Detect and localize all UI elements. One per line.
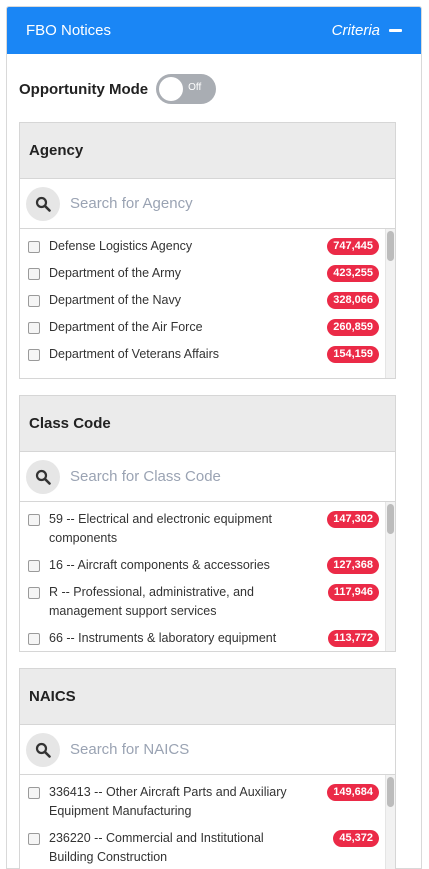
list-item[interactable]: Department of the Air Force 260,859 [20, 318, 395, 345]
checkbox[interactable] [28, 268, 40, 280]
count-badge: 147,302 [327, 511, 379, 528]
class-code-search-button[interactable] [26, 459, 60, 494]
class-code-search-input[interactable] [70, 468, 370, 485]
list-item[interactable]: 336413 -- Other Aircraft Parts and Auxil… [20, 783, 395, 829]
class-code-scrollbar[interactable] [385, 502, 395, 651]
agency-search-row [20, 179, 395, 229]
scroll-thumb[interactable] [387, 777, 394, 807]
list-item[interactable]: Department of Veterans Affairs 154,159 [20, 345, 395, 372]
list-item[interactable]: 66 -- Instruments & laboratory equipment… [20, 629, 395, 651]
item-label: Department of the Army [49, 266, 182, 280]
criteria-label: Criteria [331, 22, 380, 39]
checkbox[interactable] [28, 833, 40, 845]
count-badge: 260,859 [327, 319, 379, 336]
list-item[interactable]: R -- Professional, administrative, and m… [20, 583, 395, 629]
item-label: 66 -- Instruments & laboratory equipment [49, 631, 277, 645]
checkbox[interactable] [28, 514, 40, 526]
search-icon [35, 742, 51, 758]
checkbox[interactable] [28, 322, 40, 334]
count-badge: 747,445 [327, 238, 379, 255]
naics-filter-title: NAICS [20, 669, 395, 725]
panel-title: FBO Notices [26, 22, 112, 39]
agency-search-button[interactable] [26, 186, 60, 221]
class-code-filter: Class Code 59 -- Electrical and electron… [19, 395, 396, 652]
search-icon [35, 196, 51, 212]
count-badge: 154,159 [327, 346, 379, 363]
item-label: Department of Veterans Affairs [49, 347, 220, 361]
count-badge: 328,066 [327, 292, 379, 309]
agency-filter-title: Agency [20, 123, 395, 179]
checkbox[interactable] [28, 587, 40, 599]
list-item[interactable]: 236220 -- Commercial and Institutional B… [20, 829, 395, 869]
list-item[interactable]: Defense Logistics Agency 747,445 [20, 237, 395, 264]
panel-header: FBO Notices Criteria [7, 7, 421, 54]
class-code-list: 59 -- Electrical and electronic equipmen… [20, 502, 395, 651]
scroll-thumb[interactable] [387, 504, 394, 534]
naics-filter: NAICS 336413 -- Other Aircraft Parts and… [19, 668, 396, 869]
agency-scrollbar[interactable] [385, 229, 395, 378]
checkbox[interactable] [28, 787, 40, 799]
naics-search-input[interactable] [70, 741, 370, 758]
item-label: Department of the Navy [49, 293, 182, 307]
item-label: 59 -- Electrical and electronic equipmen… [49, 512, 273, 545]
scroll-thumb[interactable] [387, 231, 394, 261]
count-badge: 45,372 [333, 830, 379, 847]
agency-list: Defense Logistics Agency 747,445 Departm… [20, 229, 395, 378]
list-item[interactable]: Department of the Army 423,255 [20, 264, 395, 291]
naics-scrollbar[interactable] [385, 775, 395, 869]
count-badge: 117,946 [327, 584, 379, 601]
checkbox[interactable] [28, 295, 40, 307]
count-badge: 423,255 [327, 265, 379, 282]
count-badge: 149,684 [327, 784, 379, 801]
criteria-toggle[interactable]: Criteria [332, 22, 402, 39]
naics-search-row [20, 725, 395, 775]
toggle-knob [159, 77, 184, 101]
class-code-filter-title: Class Code [20, 396, 395, 452]
naics-search-button[interactable] [26, 732, 60, 767]
item-label: Department of the Air Force [49, 320, 203, 334]
list-item[interactable]: Department of the Navy 328,066 [20, 291, 395, 318]
agency-search-input[interactable] [70, 195, 370, 212]
item-label: 236220 -- Commercial and Institutional B… [49, 831, 264, 864]
list-item[interactable]: 59 -- Electrical and electronic equipmen… [20, 510, 395, 556]
agency-filter: Agency Defense Logistics Agency 747,445 … [19, 122, 396, 379]
naics-list: 336413 -- Other Aircraft Parts and Auxil… [20, 775, 395, 869]
checkbox[interactable] [28, 241, 40, 253]
opportunity-mode-label: Opportunity Mode [19, 80, 149, 98]
count-badge: 113,772 [327, 630, 379, 647]
count-badge: 127,368 [327, 557, 379, 574]
search-icon [35, 469, 51, 485]
opportunity-mode-toggle[interactable]: Off [156, 74, 217, 104]
list-item[interactable]: 16 -- Aircraft components & accessories … [20, 556, 395, 583]
item-label: Defense Logistics Agency [49, 239, 193, 253]
item-label: R -- Professional, administrative, and m… [49, 585, 254, 618]
class-code-search-row [20, 452, 395, 502]
checkbox[interactable] [28, 633, 40, 645]
toggle-state-text: Off [188, 82, 202, 93]
item-label: 336413 -- Other Aircraft Parts and Auxil… [49, 785, 287, 818]
item-label: 16 -- Aircraft components & accessories [49, 558, 270, 572]
checkbox[interactable] [28, 349, 40, 361]
opportunity-mode-row: Opportunity Mode Off [19, 74, 217, 104]
minus-icon [389, 29, 402, 32]
checkbox[interactable] [28, 560, 40, 572]
